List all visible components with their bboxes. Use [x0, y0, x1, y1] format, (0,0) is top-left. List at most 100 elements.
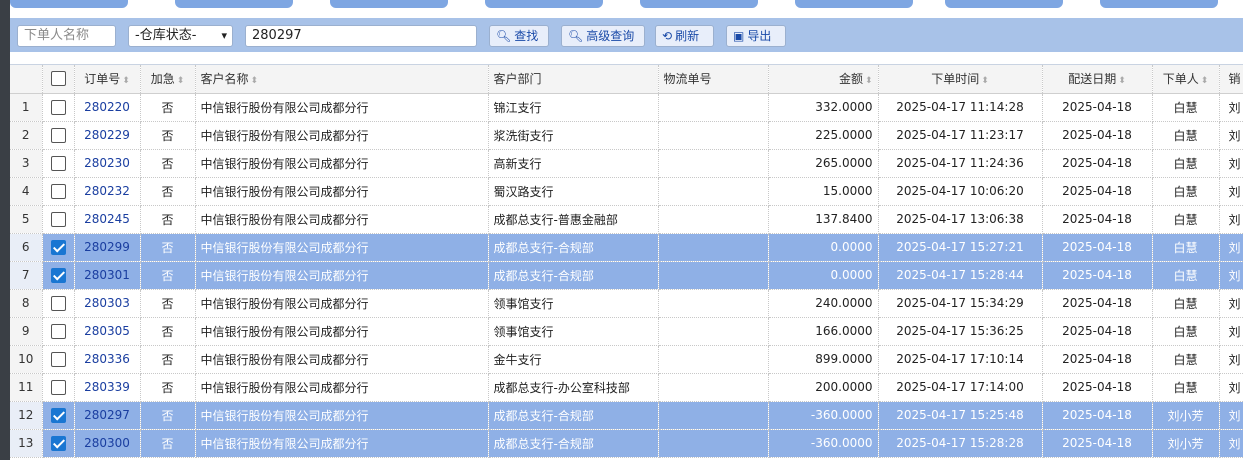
row-select-cell[interactable]: [42, 205, 75, 234]
row-checkbox[interactable]: [50, 211, 66, 227]
row-checkbox[interactable]: [50, 351, 66, 367]
order-id-link[interactable]: 280300: [74, 429, 141, 458]
table-row[interactable]: 5 280245 否中信银行股份有限公司成都分行 成都总支行-普惠金融部 137.840…: [10, 205, 1243, 234]
dept-cell: 金牛支行: [488, 345, 659, 374]
table-row[interactable]: 2 280229 否中信银行股份有限公司成都分行 浆洗街支行 225.0000 2025-…: [10, 121, 1243, 150]
row-checkbox[interactable]: [50, 155, 66, 171]
row-number: 1: [10, 93, 43, 122]
order-id-link[interactable]: 280232: [74, 177, 141, 206]
delivery-date-cell: 2025-04-18: [1042, 121, 1153, 150]
delivery-date-cell: 2025-04-18: [1042, 429, 1153, 458]
row-checkbox[interactable]: [50, 99, 66, 115]
row-checkbox[interactable]: [50, 295, 66, 311]
row-select-cell[interactable]: [42, 177, 75, 206]
search-input[interactable]: 280297: [245, 25, 477, 47]
customer-cell: 中信银行股份有限公司成都分行: [195, 317, 489, 346]
row-checkbox[interactable]: [50, 127, 66, 143]
col-header-customer[interactable]: 客户名称 ⬍: [195, 65, 489, 94]
extra-cell: 刘: [1219, 317, 1243, 346]
search-button[interactable]: 🔍︎ 查找: [489, 25, 549, 47]
table-row[interactable]: 3 280230 否中信银行股份有限公司成都分行 高新支行 265.0000 2025-0…: [10, 149, 1243, 178]
col-header-dept[interactable]: 客户部门: [488, 65, 659, 94]
order-id-link[interactable]: 280301: [74, 261, 141, 290]
sort-icon: ⬍: [1118, 76, 1126, 87]
order-id-link[interactable]: 280229: [74, 121, 141, 150]
advanced-search-label: 高级查询: [586, 29, 635, 43]
order-id-link[interactable]: 280230: [74, 149, 141, 178]
row-select-cell[interactable]: [42, 261, 75, 290]
col-header-order-time[interactable]: 下单时间 ⬍: [878, 65, 1043, 94]
top-tab-3[interactable]: [330, 0, 448, 8]
orderer-name-input[interactable]: 下单人名称: [17, 25, 116, 47]
refresh-button[interactable]: ⟲ 刷新: [655, 25, 714, 47]
row-checkbox[interactable]: [50, 379, 66, 395]
top-tab-2[interactable]: [175, 0, 293, 8]
order-id-link[interactable]: 280303: [74, 289, 141, 318]
col-header-order-id[interactable]: 订单号 ⬍: [74, 65, 141, 94]
table-row[interactable]: 12 280297 否中信银行股份有限公司成都分行 成都总支行-合规部 -360.000…: [10, 401, 1243, 430]
amount-cell: 899.0000: [768, 345, 879, 374]
table-row[interactable]: 11 280339 否中信银行股份有限公司成都分行 成都总支行-办公室科技部 200.0…: [10, 373, 1243, 402]
col-header-amount[interactable]: 金额 ⬍: [768, 65, 879, 94]
orderer-cell: 刘小芳: [1152, 401, 1220, 430]
top-tab-7[interactable]: [945, 0, 1063, 8]
row-checkbox[interactable]: [50, 267, 66, 283]
row-select-cell[interactable]: [42, 233, 75, 262]
table-row[interactable]: 8 280303 否中信银行股份有限公司成都分行 领事馆支行 240.0000 2025-…: [10, 289, 1243, 318]
top-tab-8[interactable]: [1100, 0, 1218, 8]
order-id-link[interactable]: 280336: [74, 345, 141, 374]
top-tab-6[interactable]: [795, 0, 913, 8]
left-window-edge: [0, 0, 10, 460]
export-button[interactable]: ▣ 导出: [726, 25, 786, 47]
order-id-link[interactable]: 280297: [74, 401, 141, 430]
row-select-cell[interactable]: [42, 149, 75, 178]
row-number: 10: [10, 345, 43, 374]
order-id-link[interactable]: 280339: [74, 373, 141, 402]
top-tab-5[interactable]: [640, 0, 758, 8]
extra-cell: 刘: [1219, 373, 1243, 402]
table-row[interactable]: 6 280299 否中信银行股份有限公司成都分行 成都总支行-合规部 0.0000 202…: [10, 233, 1243, 262]
select-all-header[interactable]: [42, 65, 75, 94]
warehouse-status-select[interactable]: -仓库状态- ▾: [128, 25, 233, 47]
row-select-cell[interactable]: [42, 401, 75, 430]
row-checkbox[interactable]: [50, 323, 66, 339]
col-header-orderer[interactable]: 下单人 ⬍: [1152, 65, 1220, 94]
row-checkbox[interactable]: [50, 407, 66, 423]
top-tab-1[interactable]: [10, 0, 128, 8]
table-row[interactable]: 7 280301 否中信银行股份有限公司成都分行 成都总支行-合规部 0.0000 202…: [10, 261, 1243, 290]
table-row[interactable]: 4 280232 否中信银行股份有限公司成都分行 蜀汉路支行 15.0000 2025-0…: [10, 177, 1243, 206]
sort-icon: ⬍: [250, 76, 259, 87]
order-id-link[interactable]: 280245: [74, 205, 141, 234]
row-select-cell[interactable]: [42, 289, 75, 318]
order-id-link[interactable]: 280299: [74, 233, 141, 262]
amount-cell: 225.0000: [768, 121, 879, 150]
row-select-cell[interactable]: [42, 373, 75, 402]
table-row[interactable]: 10 280336 否中信银行股份有限公司成都分行 金牛支行 899.0000 2025-…: [10, 345, 1243, 374]
col-header-logistics[interactable]: 物流单号: [658, 65, 769, 94]
table-row[interactable]: 9 280305 否中信银行股份有限公司成都分行 领事馆支行 166.0000 2025-…: [10, 317, 1243, 346]
col-header-urgent[interactable]: 加急 ⬍: [140, 65, 196, 94]
row-select-cell[interactable]: [42, 429, 75, 458]
col-header-extra[interactable]: 销: [1219, 65, 1243, 94]
table-row[interactable]: 13 280300 否中信银行股份有限公司成都分行 成都总支行-合规部 -360.000…: [10, 429, 1243, 458]
delivery-date-cell: 2025-04-18: [1042, 401, 1153, 430]
select-all-checkbox[interactable]: [50, 71, 66, 87]
order-id-link[interactable]: 280220: [74, 93, 141, 122]
extra-cell: 刘: [1219, 261, 1243, 290]
delivery-date-cell: 2025-04-18: [1042, 205, 1153, 234]
row-select-cell[interactable]: [42, 345, 75, 374]
row-checkbox[interactable]: [50, 435, 66, 451]
row-select-cell[interactable]: [42, 121, 75, 150]
row-checkbox[interactable]: [50, 183, 66, 199]
dept-cell: 成都总支行-普惠金融部: [488, 205, 659, 234]
sort-icon: ⬍: [176, 76, 185, 87]
row-select-cell[interactable]: [42, 317, 75, 346]
order-id-link[interactable]: 280305: [74, 317, 141, 346]
row-checkbox[interactable]: [50, 239, 66, 255]
table-row[interactable]: 1 280220 否中信银行股份有限公司成都分行 锦江支行 332.0000 2025-0…: [10, 93, 1243, 122]
col-header-delivery-date[interactable]: 配送日期 ⬍: [1042, 65, 1153, 94]
advanced-search-button[interactable]: 🔍︎ 高级查询: [561, 25, 645, 47]
top-tab-4[interactable]: [485, 0, 603, 8]
urgent-cell: 否: [140, 261, 196, 290]
row-select-cell[interactable]: [42, 93, 75, 122]
